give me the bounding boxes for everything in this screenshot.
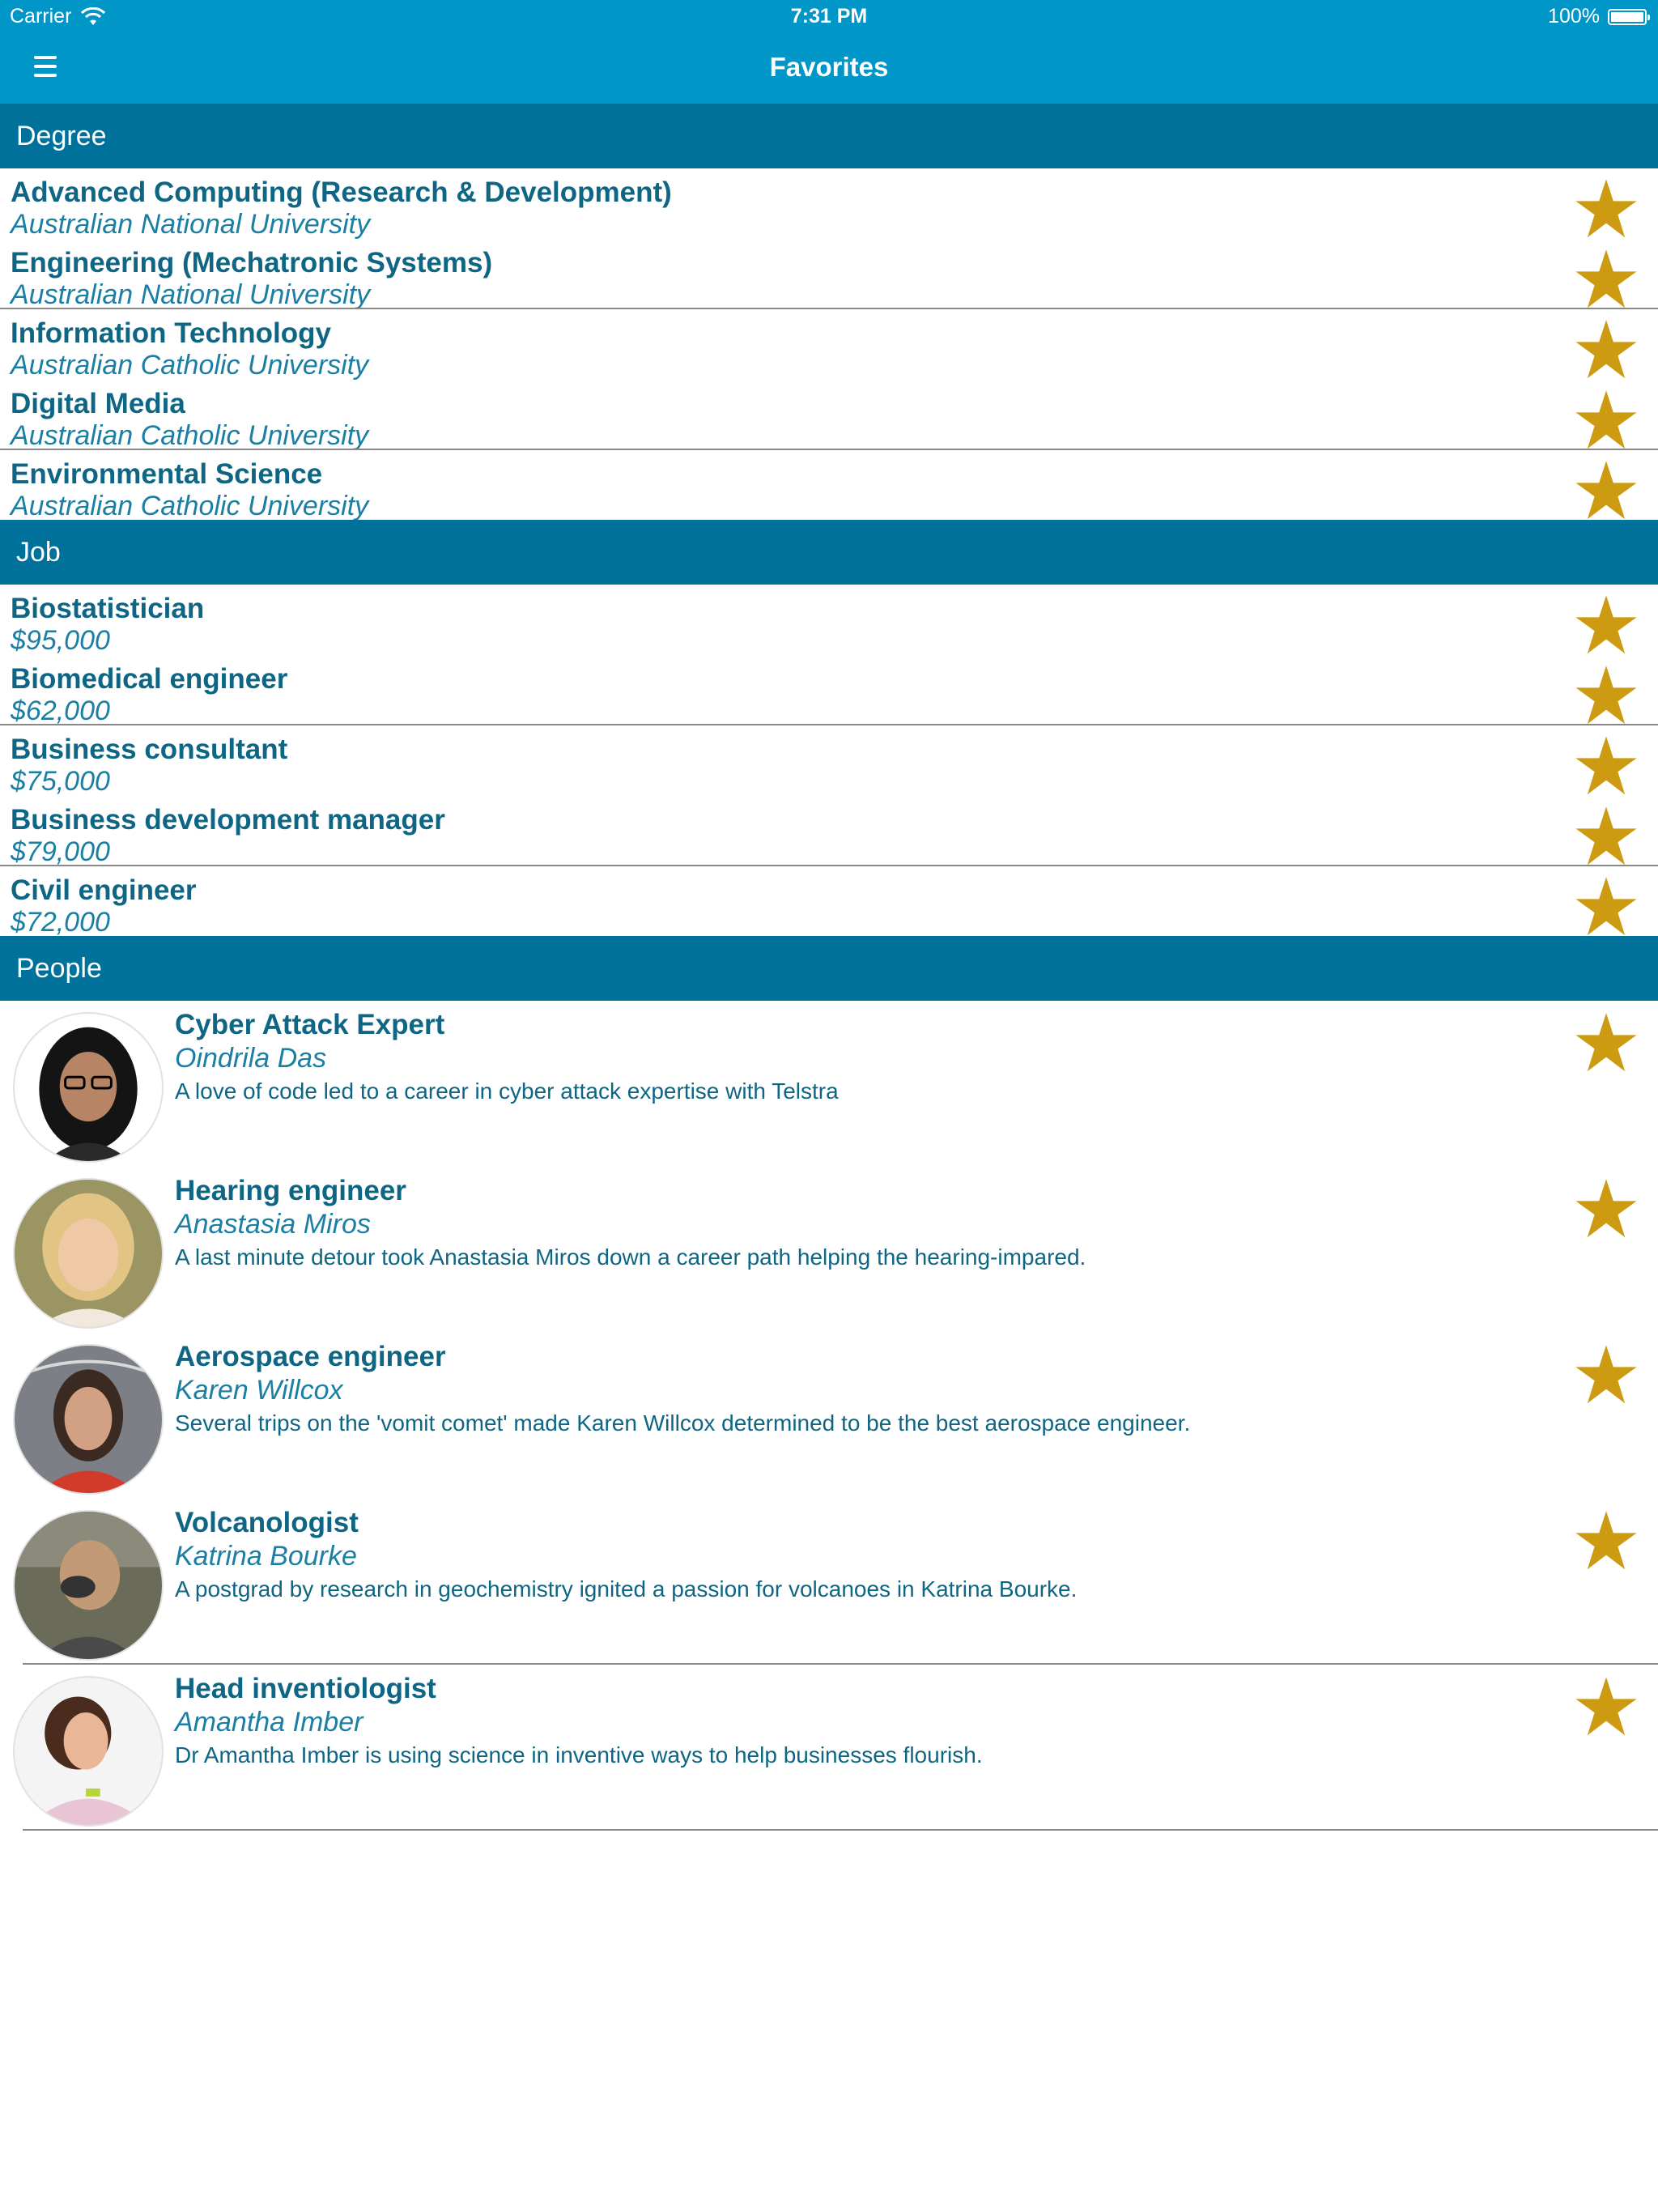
row-divider (23, 1829, 1658, 1831)
favorites-screen: Carrier 7:31 PM 100% Favorites Degree Ad… (0, 0, 1658, 2212)
avatar (13, 1676, 164, 1827)
person-name: Amantha Imber (175, 1707, 363, 1738)
job-title: Business consultant (11, 734, 288, 765)
status-time: 7:31 PM (790, 5, 868, 28)
job-row[interactable]: Business consultant $75,000 (0, 725, 1658, 798)
degree-title: Information Technology (11, 317, 332, 349)
person-name: Karen Willcox (175, 1375, 343, 1406)
degree-row[interactable]: Digital Media Australian Catholic Univer… (0, 380, 1658, 453)
degree-row[interactable]: Environmental Science Australian Catholi… (0, 450, 1658, 521)
avatar (13, 1344, 164, 1495)
avatar (13, 1510, 164, 1661)
battery-percent: 100% (1548, 5, 1600, 28)
job-title: Civil engineer (11, 874, 197, 906)
degree-university: Australian Catholic University (11, 350, 369, 381)
job-row[interactable]: Civil engineer $72,000 (0, 866, 1658, 939)
person-row[interactable]: Head inventiologist Amantha Imber Dr Ama… (0, 1665, 1658, 1831)
battery-icon (1608, 8, 1650, 25)
favorite-star-icon[interactable] (1574, 177, 1639, 241)
favorite-star-icon[interactable] (1574, 388, 1639, 453)
job-title: Biostatistician (11, 593, 205, 624)
person-row[interactable]: Cyber Attack Expert Oindrila Das A love … (0, 1001, 1658, 1167)
job-salary: $95,000 (11, 625, 110, 656)
person-job-title: Volcanologist (175, 1507, 359, 1538)
degree-row[interactable]: Advanced Computing (Research & Developme… (0, 168, 1658, 241)
degree-university: Australian National University (11, 279, 371, 310)
person-job-title: Cyber Attack Expert (175, 1009, 445, 1040)
avatar (13, 1178, 164, 1329)
job-salary: $79,000 (11, 836, 110, 867)
degree-university: Australian National University (11, 209, 371, 240)
job-salary: $72,000 (11, 907, 110, 938)
person-job-title: Hearing engineer (175, 1175, 406, 1206)
battery-fill (1611, 11, 1643, 22)
status-bar: Carrier 7:31 PM 100% (0, 0, 1658, 32)
navigation-bar: Favorites (0, 32, 1658, 104)
favorite-star-icon[interactable] (1574, 804, 1639, 869)
favorite-star-icon[interactable] (1574, 458, 1639, 523)
degree-row[interactable]: Information Technology Australian Cathol… (0, 309, 1658, 382)
degree-row[interactable]: Engineering (Mechatronic Systems) Austra… (0, 239, 1658, 312)
job-salary: $75,000 (11, 766, 110, 797)
job-salary: $62,000 (11, 696, 110, 726)
person-name: Oindrila Das (175, 1043, 327, 1074)
battery-group: 100% (1548, 5, 1650, 28)
job-row[interactable]: Business development manager $79,000 (0, 796, 1658, 869)
degree-title: Advanced Computing (Research & Developme… (11, 177, 672, 208)
favorite-star-icon[interactable] (1574, 593, 1639, 657)
degree-title: Digital Media (11, 388, 185, 419)
person-description: Dr Amantha Imber is using science in inv… (175, 1742, 983, 1767)
degree-title: Environmental Science (11, 458, 323, 490)
degree-university: Australian Catholic University (11, 420, 369, 451)
degree-title: Engineering (Mechatronic Systems) (11, 247, 493, 279)
favorite-star-icon[interactable] (1574, 663, 1639, 728)
favorite-star-icon[interactable] (1574, 1674, 1639, 1739)
job-title: Business development manager (11, 804, 445, 836)
page-title: Favorites (769, 52, 889, 82)
favorite-star-icon[interactable] (1574, 734, 1639, 798)
person-description: A postgrad by research in geochemistry i… (175, 1576, 1078, 1602)
degree-university: Australian Catholic University (11, 491, 369, 521)
favorite-star-icon[interactable] (1574, 1508, 1639, 1573)
section-header-degree: Degree (0, 104, 1658, 168)
person-row[interactable]: Hearing engineer Anastasia Miros A last … (0, 1167, 1658, 1333)
person-description: A love of code led to a career in cyber … (175, 1078, 839, 1104)
favorite-star-icon[interactable] (1574, 1010, 1639, 1075)
person-row[interactable]: Volcanologist Katrina Bourke A postgrad … (0, 1499, 1658, 1665)
avatar (13, 1012, 164, 1163)
person-description: A last minute detour took Anastasia Miro… (175, 1244, 1086, 1270)
favorite-star-icon[interactable] (1574, 1342, 1639, 1407)
section-header-job: Job (0, 520, 1658, 585)
job-title: Biomedical engineer (11, 663, 288, 695)
person-row[interactable]: Aerospace engineer Karen Willcox Several… (0, 1333, 1658, 1499)
job-row[interactable]: Biostatistician $95,000 (0, 585, 1658, 657)
favorite-star-icon[interactable] (1574, 317, 1639, 382)
person-job-title: Aerospace engineer (175, 1341, 446, 1372)
favorite-star-icon[interactable] (1574, 247, 1639, 312)
person-description: Several trips on the 'vomit comet' made … (175, 1410, 1191, 1436)
person-name: Katrina Bourke (175, 1541, 357, 1572)
favorite-star-icon[interactable] (1574, 874, 1639, 939)
person-name: Anastasia Miros (175, 1209, 371, 1240)
job-row[interactable]: Biomedical engineer $62,000 (0, 655, 1658, 728)
favorite-star-icon[interactable] (1574, 1176, 1639, 1241)
section-header-people: People (0, 936, 1658, 1001)
person-job-title: Head inventiologist (175, 1673, 436, 1704)
